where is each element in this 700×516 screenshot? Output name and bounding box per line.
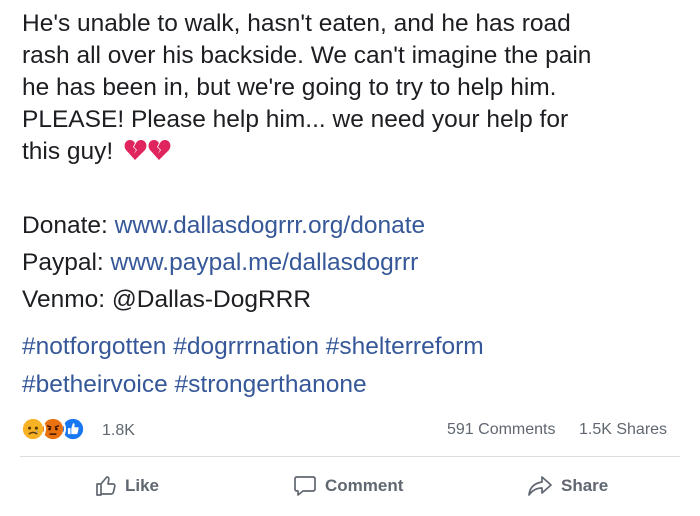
post-line: rash all over his backside. We can't ima… [22, 42, 592, 69]
comment-icon [294, 476, 316, 496]
paypal-row: Paypal: www.paypal.me/dallasdogrrr [22, 244, 425, 281]
paypal-link[interactable]: www.paypal.me/dallasdogrrr [111, 249, 419, 276]
share-label: Share [561, 476, 609, 495]
contact-block: Donate: www.dallasdogrrr.org/donate Payp… [22, 207, 425, 318]
share-button[interactable]: Share [527, 466, 608, 506]
donate-label: Donate: [22, 212, 108, 239]
comments-count[interactable]: 591 Comments [447, 421, 556, 439]
venmo-label: Venmo: [22, 286, 106, 313]
sad-reaction-icon [20, 416, 46, 442]
post-line: he has been in, but we're going to try t… [22, 74, 557, 101]
post-line: this guy! [22, 138, 114, 165]
comment-button[interactable]: Comment [293, 466, 403, 506]
hashtag-link[interactable]: #shelterreform [326, 333, 484, 360]
reaction-count[interactable]: 1.8K [102, 422, 135, 440]
paypal-label: Paypal: [22, 249, 104, 276]
broken-heart-icon [124, 138, 172, 171]
share-icon [528, 476, 552, 496]
action-bar: Like Comment Share [20, 466, 680, 506]
hashtag-link[interactable]: #betheirvoice [22, 371, 168, 398]
hashtag-link[interactable]: #dogrrrnation [173, 333, 319, 360]
hashtag-link[interactable]: #notforgotten [22, 333, 166, 360]
shares-count[interactable]: 1.5K Shares [579, 421, 667, 439]
hashtag-line: #betheirvoice #strongerthanone [22, 366, 682, 404]
like-button[interactable]: Like [95, 466, 159, 506]
post-body: He's unable to walk, hasn't eaten, and h… [22, 8, 682, 171]
donate-link[interactable]: www.dallasdogrrr.org/donate [115, 212, 426, 239]
hashtags: #notforgotten #dogrrrnation #shelterrefo… [22, 328, 682, 404]
post-line: He's unable to walk, hasn't eaten, and h… [22, 10, 571, 37]
venmo-row: Venmo: @Dallas-DogRRR [22, 281, 425, 318]
post-line: PLEASE! Please help him... we need your … [22, 106, 569, 133]
post-line-last: this guy! [22, 136, 682, 171]
thumbs-up-icon [96, 476, 116, 496]
donate-row: Donate: www.dallasdogrrr.org/donate [22, 207, 425, 244]
like-label: Like [125, 476, 160, 495]
engagement-stats: 1.8K 591 Comments 1.5K Shares [20, 414, 680, 448]
hashtag-link[interactable]: #strongerthanone [175, 371, 367, 398]
comment-label: Comment [325, 476, 404, 495]
venmo-handle: @Dallas-DogRRR [111, 286, 312, 313]
divider [20, 456, 680, 457]
hashtag-line: #notforgotten #dogrrrnation #shelterrefo… [22, 328, 682, 366]
